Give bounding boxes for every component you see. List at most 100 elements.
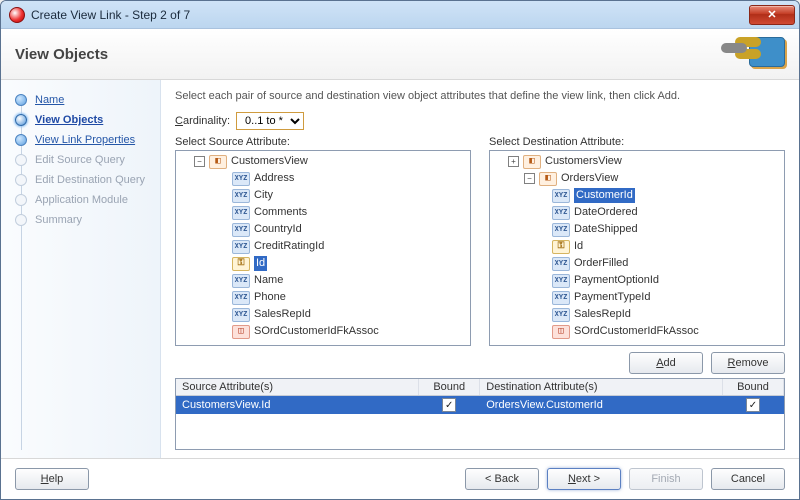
key-icon: ⚿ bbox=[232, 257, 250, 271]
cancel-label: Cancel bbox=[731, 473, 765, 485]
tree-node-label: SalesRepId bbox=[254, 307, 311, 322]
attribute-icon: XYZ bbox=[552, 257, 570, 271]
tree-node[interactable]: XYZ Phone bbox=[176, 289, 468, 306]
tree-node-label: Address bbox=[254, 171, 294, 186]
col-source[interactable]: Source Attribute(s) bbox=[176, 379, 419, 396]
tree-node-label: Comments bbox=[254, 205, 307, 220]
dest-tree-label: Select Destination Attribute: bbox=[489, 136, 785, 148]
association-icon: ◫ bbox=[232, 325, 250, 339]
nav-step-application-module: Application Module bbox=[1, 190, 160, 210]
tree-node[interactable]: XYZCity bbox=[176, 187, 468, 204]
tree-node[interactable]: ◫ SOrdCustomerIdFkAssoc bbox=[176, 323, 468, 340]
attribute-icon: XYZ bbox=[232, 308, 250, 322]
cardinality-select[interactable]: 0..1 to * bbox=[236, 112, 304, 130]
attribute-icon: XYZ bbox=[232, 223, 250, 237]
tree-node[interactable]: XYZ CreditRatingId bbox=[176, 238, 468, 255]
tree-node-label: Phone bbox=[254, 290, 286, 305]
add-button[interactable]: Add bbox=[629, 352, 703, 374]
back-button[interactable]: < Back bbox=[465, 468, 539, 490]
close-button[interactable]: ✕ bbox=[749, 5, 795, 25]
tree-node-customersview[interactable]: −◧CustomersView bbox=[176, 153, 468, 170]
tree-node[interactable]: XYZCustomerId bbox=[490, 187, 782, 204]
nav-label: Summary bbox=[35, 214, 82, 226]
tree-node-customersview[interactable]: +◧CustomersView bbox=[490, 153, 782, 170]
tree-node[interactable]: XYZComments bbox=[176, 204, 468, 221]
wizard-footer: Help < Back Next > Finish Cancel bbox=[1, 458, 799, 499]
col-dest[interactable]: Destination Attribute(s) bbox=[480, 379, 723, 396]
tree-node[interactable]: XYZDateOrdered bbox=[490, 204, 782, 221]
tree-node[interactable]: XYZPaymentOptionId bbox=[490, 272, 782, 289]
attribute-icon: XYZ bbox=[232, 240, 250, 254]
nav-label: Edit Source Query bbox=[35, 154, 125, 166]
dest-tree-col: Select Destination Attribute: +◧Customer… bbox=[489, 136, 785, 346]
step-dot-icon bbox=[15, 194, 27, 206]
tree-node[interactable]: XYZPaymentTypeId bbox=[490, 289, 782, 306]
tree-node-ordersview[interactable]: −◧ OrdersView bbox=[490, 170, 782, 187]
col-bound-source[interactable]: Bound bbox=[419, 379, 480, 396]
tree-node[interactable]: ⚿Id bbox=[490, 238, 782, 255]
collapse-icon[interactable]: − bbox=[194, 156, 205, 167]
nav-step-edit-source-query: Edit Source Query bbox=[1, 150, 160, 170]
wizard-window: Create View Link - Step 2 of 7 ✕ View Ob… bbox=[0, 0, 800, 500]
nav-step-summary: Summary bbox=[1, 210, 160, 230]
cell-dest-bound[interactable]: ✓ bbox=[723, 396, 784, 415]
nav-label: Application Module bbox=[35, 194, 128, 206]
nav-step-name[interactable]: Name bbox=[1, 90, 160, 110]
source-tree[interactable]: −◧CustomersViewXYZAddressXYZCityXYZComme… bbox=[175, 150, 471, 346]
tree-node[interactable]: XYZCountryId bbox=[176, 221, 468, 238]
view-object-icon: ◧ bbox=[209, 155, 227, 169]
finish-button: Finish bbox=[629, 468, 703, 490]
tree-node[interactable]: XYZDateShipped bbox=[490, 221, 782, 238]
nav-label: Edit Destination Query bbox=[35, 174, 145, 186]
step-dot-icon bbox=[15, 214, 27, 226]
cancel-button[interactable]: Cancel bbox=[711, 468, 785, 490]
table-row[interactable]: CustomersView.Id✓OrdersView.CustomerId✓ bbox=[176, 396, 784, 415]
attribute-icon: XYZ bbox=[232, 291, 250, 305]
tree-node-label: Name bbox=[254, 273, 283, 288]
dest-tree[interactable]: +◧CustomersView −◧ OrdersViewXYZCustomerId… bbox=[489, 150, 785, 346]
attribute-icon: XYZ bbox=[552, 206, 570, 220]
tree-node-label: SOrdCustomerIdFkAssoc bbox=[254, 324, 379, 339]
tree-node[interactable]: XYZ SalesRepId bbox=[490, 306, 782, 323]
remove-button[interactable]: Remove bbox=[711, 352, 785, 374]
wizard-step-nav: Name View Objects View Link Properties E… bbox=[1, 80, 161, 458]
view-object-icon: ◧ bbox=[539, 172, 557, 186]
collapse-icon[interactable]: − bbox=[524, 173, 535, 184]
tree-node-label: OrdersView bbox=[561, 171, 618, 186]
header-decoration-icon bbox=[695, 33, 785, 75]
page-title: View Objects bbox=[15, 46, 108, 63]
attribute-icon: XYZ bbox=[552, 308, 570, 322]
tree-node[interactable]: XYZ Address bbox=[176, 170, 468, 187]
tree-node[interactable]: ◫SOrdCustomerIdFkAssoc bbox=[490, 323, 782, 340]
main-panel: Select each pair of source and destinati… bbox=[161, 80, 799, 458]
expand-icon[interactable]: + bbox=[508, 156, 519, 167]
cell-dest-attr: OrdersView.CustomerId bbox=[480, 396, 723, 415]
nav-step-edit-destination-query: Edit Destination Query bbox=[1, 170, 160, 190]
association-icon: ◫ bbox=[552, 325, 570, 339]
tree-node-label: SalesRepId bbox=[574, 307, 631, 322]
checkbox-icon: ✓ bbox=[442, 398, 456, 412]
tree-node[interactable]: ⚿Id bbox=[176, 255, 468, 272]
tree-node[interactable]: XYZName bbox=[176, 272, 468, 289]
cardinality-label: Cardinality: bbox=[175, 115, 230, 127]
help-button[interactable]: Help bbox=[15, 468, 89, 490]
key-icon: ⚿ bbox=[552, 240, 570, 254]
source-tree-label: Select Source Attribute: bbox=[175, 136, 471, 148]
cardinality-row: Cardinality: 0..1 to * bbox=[175, 112, 785, 130]
tree-node[interactable]: XYZOrderFilled bbox=[490, 255, 782, 272]
tree-node-label: CreditRatingId bbox=[254, 239, 324, 254]
accesskey: A bbox=[656, 357, 663, 369]
tree-node[interactable]: XYZ SalesRepId bbox=[176, 306, 468, 323]
cell-source-bound[interactable]: ✓ bbox=[419, 396, 480, 415]
attribute-icon: XYZ bbox=[552, 223, 570, 237]
remove-button-label: emove bbox=[735, 357, 768, 369]
nav-step-view-link-properties[interactable]: View Link Properties bbox=[1, 130, 160, 150]
next-button[interactable]: Next > bbox=[547, 468, 621, 490]
attribute-icon: XYZ bbox=[552, 291, 570, 305]
attribute-icon: XYZ bbox=[232, 172, 250, 186]
tree-node-label: PaymentOptionId bbox=[574, 273, 659, 288]
nav-label: Name bbox=[35, 94, 64, 106]
source-tree-col: Select Source Attribute: −◧CustomersView… bbox=[175, 136, 471, 346]
nav-step-view-objects[interactable]: View Objects bbox=[1, 110, 160, 130]
col-bound-dest[interactable]: Bound bbox=[723, 379, 784, 396]
